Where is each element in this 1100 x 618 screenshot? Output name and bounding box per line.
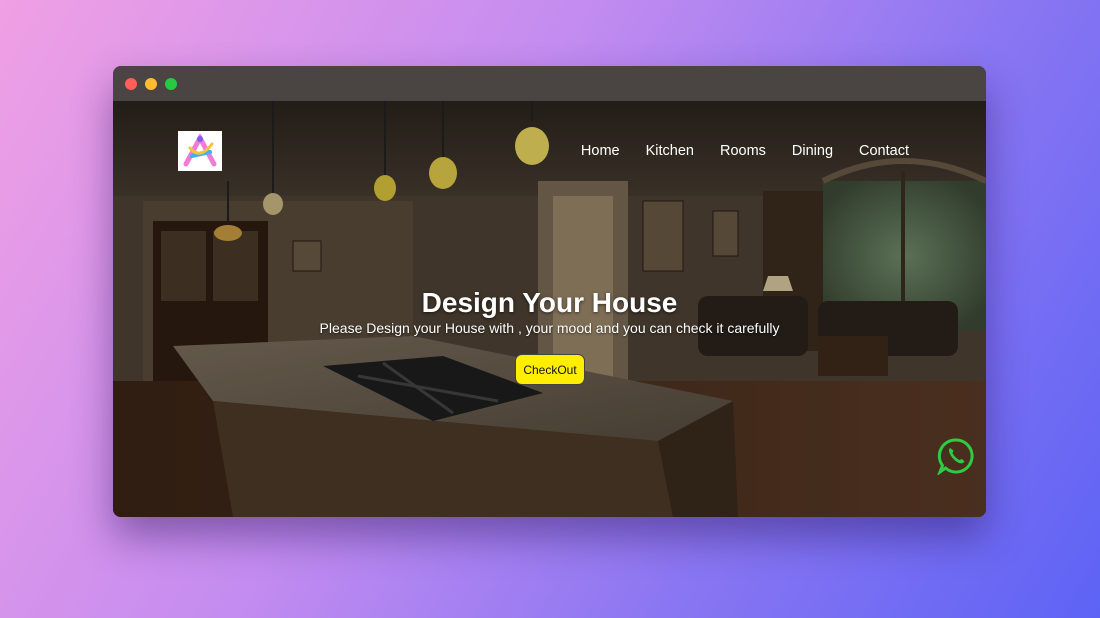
main-nav: Home Kitchen Rooms Dining Contact [581, 143, 909, 159]
hero-subtitle: Please Design your House with , your moo… [319, 320, 780, 336]
colorful-a-logo-icon [183, 134, 217, 167]
hero-title: Design Your House [421, 287, 678, 318]
nav-dining[interactable]: Dining [792, 143, 833, 159]
maximize-window-button[interactable] [165, 78, 177, 90]
nav-kitchen[interactable]: Kitchen [646, 143, 694, 159]
nav-rooms[interactable]: Rooms [720, 143, 766, 159]
checkout-button[interactable]: CheckOut [515, 354, 585, 385]
browser-window: Home Kitchen Rooms Dining Contact Design… [113, 66, 986, 517]
site-logo[interactable] [178, 131, 222, 171]
nav-contact[interactable]: Contact [859, 143, 909, 159]
hero-section: Home Kitchen Rooms Dining Contact Design… [113, 101, 986, 517]
nav-home[interactable]: Home [581, 143, 620, 159]
whatsapp-icon[interactable] [937, 437, 975, 475]
close-window-button[interactable] [125, 78, 137, 90]
window-titlebar [113, 66, 986, 101]
minimize-window-button[interactable] [145, 78, 157, 90]
